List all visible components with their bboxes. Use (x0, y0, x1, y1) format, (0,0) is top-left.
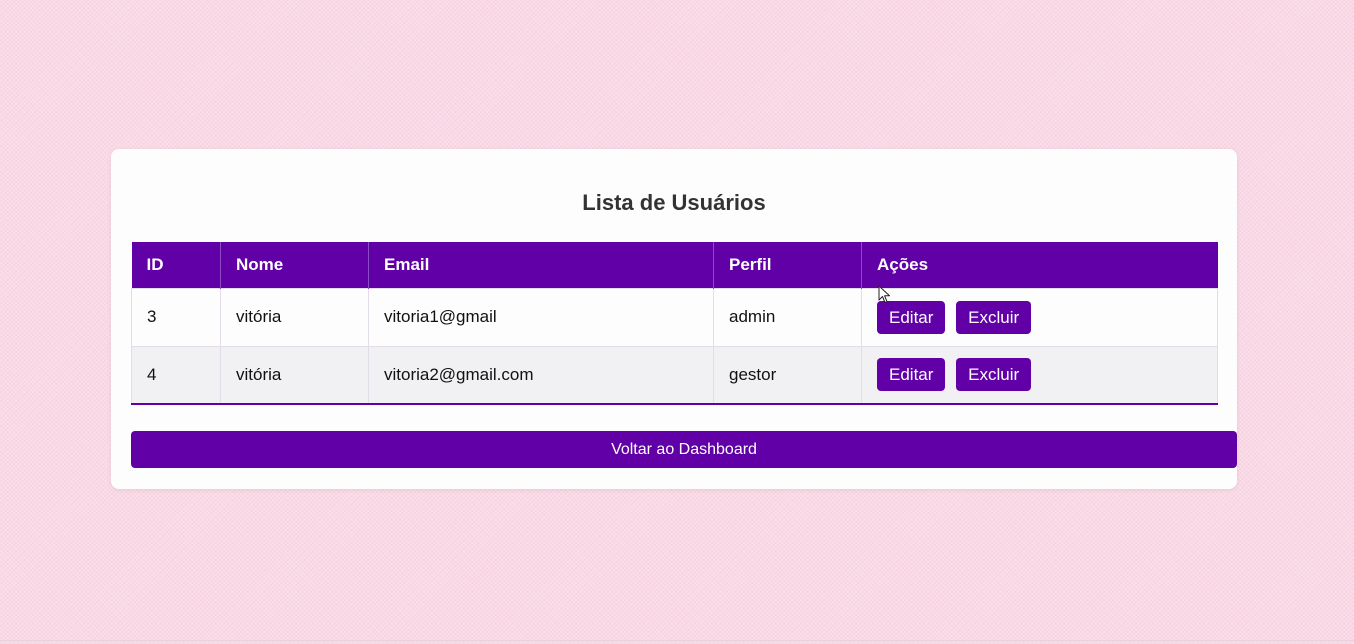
column-header-acoes: Ações (861, 242, 1218, 288)
mouse-pointer-icon (878, 285, 890, 303)
cell-acoes: Editar Excluir (861, 345, 1218, 405)
column-header-email: Email (368, 242, 714, 288)
table-row: 3 vitória vitoria1@gmail admin Editar Ex… (131, 287, 1218, 347)
cell-email: vitoria1@gmail (368, 287, 714, 347)
users-table: ID Nome Email Perfil Ações 3 vitória vit… (131, 242, 1218, 405)
cell-perfil: admin (713, 287, 862, 347)
column-header-id: ID (131, 242, 221, 288)
cell-id: 4 (131, 345, 221, 405)
edit-button[interactable]: Editar (877, 300, 946, 334)
column-header-nome: Nome (220, 242, 369, 288)
delete-button[interactable]: Excluir (956, 358, 1032, 392)
back-to-dashboard-button[interactable]: Voltar ao Dashboard (131, 431, 1237, 468)
delete-button[interactable]: Excluir (956, 300, 1032, 334)
edit-button[interactable]: Editar (877, 358, 946, 392)
column-header-perfil: Perfil (713, 242, 862, 288)
cell-id: 3 (131, 287, 221, 347)
cell-email: vitoria2@gmail.com (368, 345, 714, 405)
table-header: ID Nome Email Perfil Ações (131, 242, 1218, 288)
cell-nome: vitória (220, 345, 369, 405)
page-title: Lista de Usuários (582, 190, 766, 215)
table-header-row: ID Nome Email Perfil Ações (131, 242, 1218, 288)
cell-nome: vitória (220, 287, 369, 347)
table-row: 4 vitória vitoria2@gmail.com gestor Edit… (131, 345, 1218, 405)
cell-perfil: gestor (713, 345, 862, 405)
page-divider (0, 640, 1354, 641)
cell-acoes: Editar Excluir (861, 287, 1218, 347)
